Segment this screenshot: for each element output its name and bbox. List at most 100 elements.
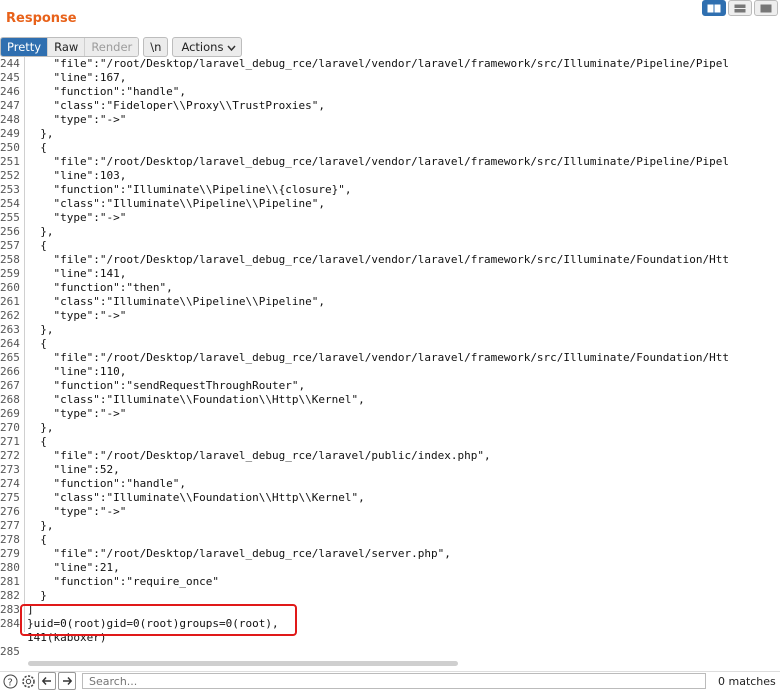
line-number: 248 [0,113,20,126]
line-text: "function":"require_once" [27,575,220,588]
line-text: }, [27,127,54,140]
horizontal-view-icon[interactable] [728,0,752,16]
code-line: 256 }, [0,225,780,239]
line-text: "class":"Fideloper\\Proxy\\TrustProxies"… [27,99,326,112]
line-number: 275 [0,491,20,504]
newline-toggle-button[interactable]: \n [143,37,169,57]
response-title: Response [6,11,77,26]
code-line: 260 "function":"then", [0,281,780,295]
line-number: 265 [0,351,20,364]
code-line: 272 "file":"/root/Desktop/laravel_debug_… [0,449,780,463]
code-line: 268 "class":"Illuminate\\Foundation\\Htt… [0,393,780,407]
line-number: 252 [0,169,20,182]
line-text: }, [27,225,54,238]
svg-text:?: ? [7,677,12,688]
line-text: "line":110, [27,365,127,378]
layout-toggle-group [702,0,778,16]
line-number: 254 [0,197,20,210]
response-body-editor[interactable]: 244 "file":"/root/Desktop/laravel_debug_… [0,57,780,657]
line-number: 278 [0,533,20,546]
line-text: "file":"/root/Desktop/laravel_debug_rce/… [27,449,491,462]
line-number: 279 [0,547,20,560]
code-line: 266 "line":110, [0,365,780,379]
line-text: }, [27,421,54,434]
line-text: "file":"/root/Desktop/laravel_debug_rce/… [27,155,729,168]
line-text: "type":"->" [27,407,127,420]
line-number: 245 [0,71,20,84]
horizontal-scrollbar[interactable] [28,661,458,666]
line-number: 258 [0,253,20,266]
code-line: 273 "line":52, [0,463,780,477]
line-number: 281 [0,575,20,588]
help-icon[interactable]: ? [2,673,18,689]
code-line: 263 }, [0,323,780,337]
line-number: 274 [0,477,20,490]
line-text: { [27,337,47,350]
line-text: "type":"->" [27,505,127,518]
line-text: "function":"Illuminate\\Pipeline\\{closu… [27,183,352,196]
line-text: "line":52, [27,463,120,476]
line-number: 250 [0,141,20,154]
code-line: 259 "line":141, [0,267,780,281]
line-text: "file":"/root/Desktop/laravel_debug_rce/… [27,57,729,70]
line-number: 283 [0,603,20,616]
line-text: "line":21, [27,561,120,574]
line-number: 271 [0,435,20,448]
line-number: 269 [0,407,20,420]
line-text: } [27,589,47,602]
code-line: 280 "line":21, [0,561,780,575]
chevron-down-icon [227,38,237,56]
line-text: "class":"Illuminate\\Pipeline\\Pipeline"… [27,197,326,210]
line-text: "class":"Illuminate\\Foundation\\Http\\K… [27,393,365,406]
line-number: 262 [0,309,20,322]
code-line: 244 "file":"/root/Desktop/laravel_debug_… [0,57,780,71]
line-number: 263 [0,323,20,336]
line-number: 257 [0,239,20,252]
line-number: 249 [0,127,20,140]
line-number: 285 [0,645,20,657]
code-line: 282 } [0,589,780,603]
line-number: 259 [0,267,20,280]
arrow-right-icon[interactable] [58,672,76,690]
line-number: 268 [0,393,20,406]
code-line: 255 "type":"->" [0,211,780,225]
tab-raw[interactable]: Raw [48,38,86,56]
code-line: 265 "file":"/root/Desktop/laravel_debug_… [0,351,780,365]
tab-pretty[interactable]: Pretty [1,38,49,56]
line-text: "type":"->" [27,309,127,322]
tab-render[interactable]: Render [85,38,139,56]
line-number: 280 [0,561,20,574]
split-view-icon[interactable] [702,0,726,16]
line-text: "line":167, [27,71,127,84]
code-line: 276 "type":"->" [0,505,780,519]
line-number: 256 [0,225,20,238]
line-number: 276 [0,505,20,518]
code-line: 247 "class":"Fideloper\\Proxy\\TrustProx… [0,99,780,113]
actions-dropdown[interactable]: Actions [172,37,243,57]
line-text: "file":"/root/Desktop/laravel_debug_rce/… [27,351,729,364]
search-bar: ? 0 matches [0,671,780,690]
single-view-icon[interactable] [754,0,778,16]
line-text: "type":"->" [27,211,127,224]
line-number: 247 [0,99,20,112]
code-line: 248 "type":"->" [0,113,780,127]
line-text: "line":141, [27,267,127,280]
search-input[interactable] [82,673,706,689]
code-line: 275 "class":"Illuminate\\Foundation\\Htt… [0,491,780,505]
actions-label: Actions [181,40,224,54]
code-line: 257 { [0,239,780,253]
line-text: "function":"handle", [27,477,186,490]
line-number: 267 [0,379,20,392]
code-line: 281 "function":"require_once" [0,575,780,589]
line-number: 260 [0,281,20,294]
gear-icon[interactable] [20,673,36,689]
line-number: 253 [0,183,20,196]
line-text: "line":103, [27,169,127,182]
code-line: 246 "function":"handle", [0,85,780,99]
line-text: }, [27,519,54,532]
line-number: 261 [0,295,20,308]
line-text: "file":"/root/Desktop/laravel_debug_rce/… [27,547,451,560]
arrow-left-icon[interactable] [38,672,56,690]
code-lines: 244 "file":"/root/Desktop/laravel_debug_… [0,57,780,657]
code-line: 252 "line":103, [0,169,780,183]
